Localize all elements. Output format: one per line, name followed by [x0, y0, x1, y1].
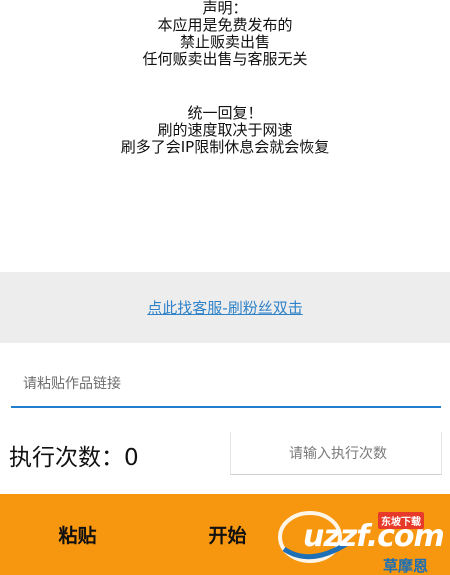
start-button[interactable]: 开始	[150, 494, 305, 575]
notice-line: 声明：	[202, 0, 248, 17]
customer-service-link[interactable]: 点此找客服-刷粉丝双击	[147, 297, 302, 318]
notice-gap	[0, 68, 450, 105]
notice-line: 刷多了会IP限制休息会就会恢复	[120, 138, 330, 156]
notice-line: 统一回复！	[187, 104, 263, 122]
notice-line: 本应用是免费发布的	[157, 16, 293, 34]
notice-line: 刷的速度取决于网速	[157, 121, 293, 139]
notice-line: 禁止贩卖出售	[179, 33, 270, 51]
bottom-action-bar: 粘贴 开始	[0, 494, 450, 575]
paste-button[interactable]: 粘贴	[0, 494, 155, 575]
notice-text-block: 声明： 本应用是免费发布的 禁止贩卖出售 任何贩卖出售与客服无关 统一回复！ 刷…	[0, 0, 450, 156]
execution-count-label: 执行次数：0	[9, 445, 139, 471]
app-screen: 声明： 本应用是免费发布的 禁止贩卖出售 任何贩卖出售与客服无关 统一回复！ 刷…	[0, 0, 450, 575]
execution-count-field	[230, 432, 445, 475]
execution-count-input[interactable]	[231, 440, 445, 468]
customer-service-bar: 点此找客服-刷粉丝双击	[0, 272, 450, 343]
notice-line: 任何贩卖出售与客服无关	[142, 50, 308, 68]
work-link-field	[11, 362, 441, 408]
work-link-input[interactable]	[21, 370, 425, 398]
